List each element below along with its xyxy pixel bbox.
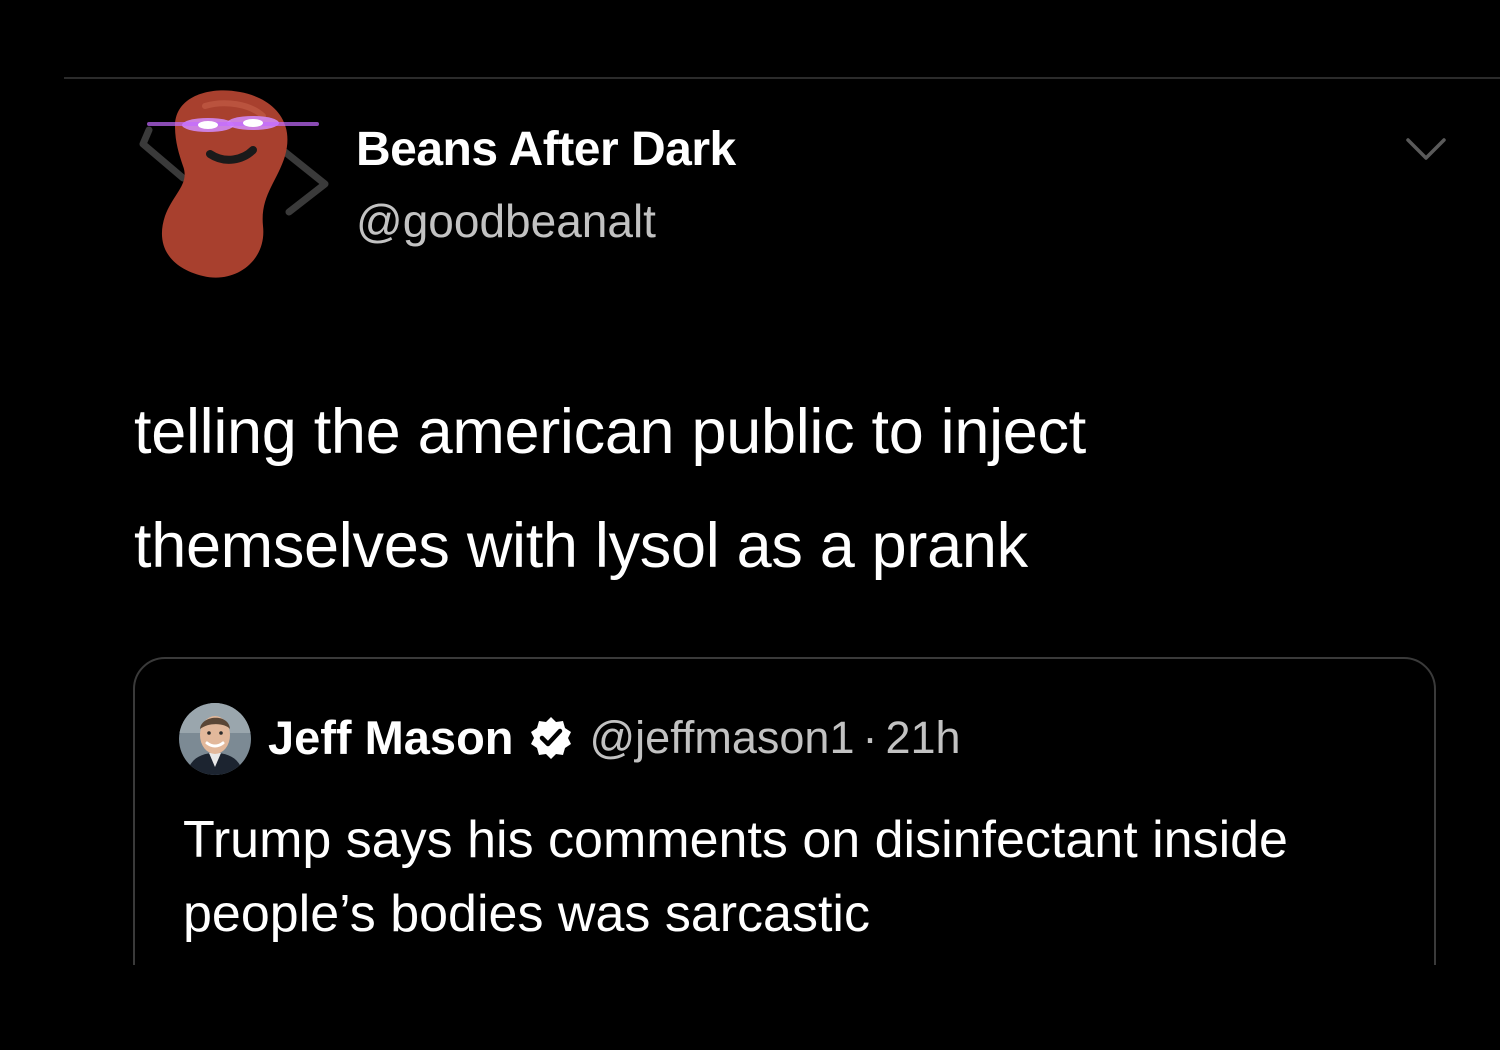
quoted-author-display-name[interactable]: Jeff Mason <box>268 710 514 765</box>
profile-avatar[interactable] <box>135 86 330 286</box>
quoted-tweet-timestamp[interactable]: 21h <box>886 712 961 764</box>
verified-badge-icon <box>530 716 571 759</box>
author-display-name[interactable]: Beans After Dark <box>356 122 736 177</box>
crop-edge <box>0 965 1500 1050</box>
quoted-tweet-text: Trump says his comments on disinfectant … <box>183 811 1288 943</box>
quoted-author-avatar[interactable] <box>179 703 251 775</box>
chevron-down-icon[interactable] <box>1404 136 1448 162</box>
tweet-text: telling the american public to inject th… <box>134 397 1086 581</box>
top-divider <box>64 77 1500 79</box>
quoted-author-handle[interactable]: @jeffmason1 <box>590 712 855 764</box>
separator-dot: · <box>862 711 878 763</box>
author-handle[interactable]: @goodbeanalt <box>356 194 656 248</box>
quoted-tweet-header: Jeff Mason @jeffmason1 · 21h <box>268 710 961 765</box>
